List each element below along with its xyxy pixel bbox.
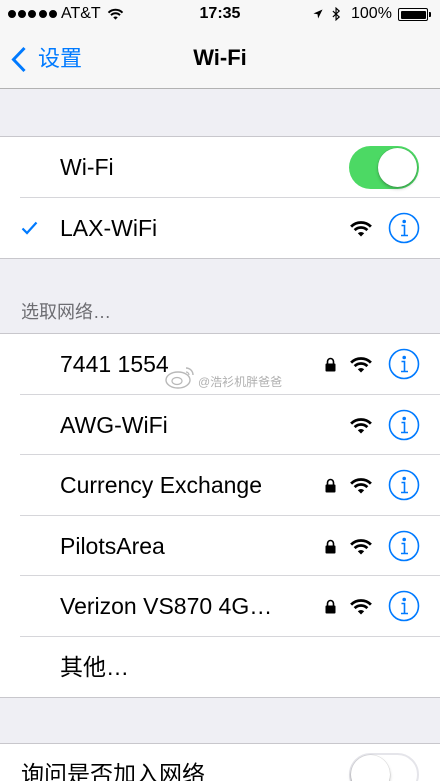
lock-icon: [325, 599, 336, 614]
battery-icon: [398, 8, 428, 21]
wifi-signal-icon: [350, 357, 372, 373]
signal-dot: [28, 10, 37, 18]
other-network-row[interactable]: 其他…: [0, 637, 440, 698]
wifi-settings-screen: AT&T 17:35 100% 设置 Wi-Fi Wi-Fi LAX-WiFi …: [0, 0, 440, 781]
clock: 17:35: [199, 5, 241, 22]
ask-to-join-toggle[interactable]: [349, 753, 419, 781]
info-icon: [388, 530, 420, 561]
weibo-logo-icon: [165, 367, 194, 389]
watermark-text: @浩衫机胖爸爸: [198, 375, 283, 389]
network-row[interactable]: Currency Exchange: [0, 455, 440, 516]
lock-icon: [325, 539, 336, 553]
info-button[interactable]: [388, 212, 420, 244]
network-name: Currency Exchange: [60, 472, 262, 498]
info-button[interactable]: [388, 348, 420, 380]
wifi-signal-icon: [350, 220, 372, 236]
network-name: 7441 1554: [60, 351, 169, 377]
wifi-toggle-label: Wi-Fi: [60, 154, 114, 180]
battery-fill: [400, 10, 426, 19]
battery-nub: [429, 12, 431, 17]
signal-dot: [18, 10, 27, 18]
wifi-signal-icon: [350, 478, 372, 494]
signal-dot: [48, 10, 57, 18]
signal-dot: [38, 10, 47, 18]
lock-icon: [325, 357, 336, 372]
network-name: AWG-WiFi: [60, 411, 168, 438]
checkmark-icon: [21, 221, 38, 235]
info-icon: [388, 348, 420, 380]
network-name: LAX-WiFi: [60, 214, 158, 241]
page-title: Wi-Fi: [193, 45, 247, 70]
info-icon: [388, 212, 420, 243]
network-row[interactable]: Verizon VS870 4G…: [0, 576, 440, 637]
wifi-status-icon: [107, 8, 124, 20]
chevron-left-icon: [11, 46, 26, 73]
network-name: Verizon VS870 4G…: [60, 593, 273, 619]
info-button[interactable]: [388, 409, 420, 441]
location-arrow-icon: [313, 9, 323, 19]
navigation-bar: 设置 Wi-Fi: [0, 28, 440, 89]
ask-to-join-group: 询问是否加入网络: [0, 743, 440, 781]
network-row[interactable]: AWG-WiFi: [0, 395, 440, 456]
network-row[interactable]: PilotsArea: [0, 516, 440, 577]
networks-section-header: 选取网络…: [21, 302, 111, 322]
wifi-toggle-row: Wi-Fi: [0, 137, 440, 198]
back-button-label: 设置: [38, 46, 83, 71]
status-bar: AT&T 17:35 100%: [0, 0, 440, 28]
wifi-signal-icon: [350, 599, 372, 615]
wifi-toggle[interactable]: [349, 146, 419, 189]
network-name: PilotsArea: [60, 532, 165, 559]
signal-dot: [8, 10, 16, 18]
toggle-knob: [378, 148, 417, 187]
info-icon: [388, 469, 420, 501]
info-button[interactable]: [388, 590, 420, 622]
info-button[interactable]: [388, 469, 420, 501]
toggle-knob: [351, 755, 390, 781]
other-network-label: 其他…: [60, 653, 129, 680]
carrier-name: AT&T: [61, 5, 101, 22]
lock-icon: [325, 478, 336, 493]
bluetooth-icon: [332, 7, 341, 21]
ask-to-join-row: 询问是否加入网络: [0, 744, 440, 781]
connected-network-row[interactable]: LAX-WiFi: [0, 198, 440, 259]
back-button[interactable]: 设置: [8, 42, 98, 76]
battery-percentage: 100%: [351, 5, 392, 22]
ask-to-join-label: 询问是否加入网络: [21, 761, 205, 781]
wifi-signal-icon: [350, 417, 372, 433]
info-icon: [388, 590, 420, 622]
signal-strength-icon: [8, 10, 57, 18]
wifi-group: Wi-Fi LAX-WiFi: [0, 136, 440, 259]
info-icon: [388, 409, 420, 440]
info-button[interactable]: [388, 530, 420, 562]
wifi-signal-icon: [350, 538, 372, 554]
